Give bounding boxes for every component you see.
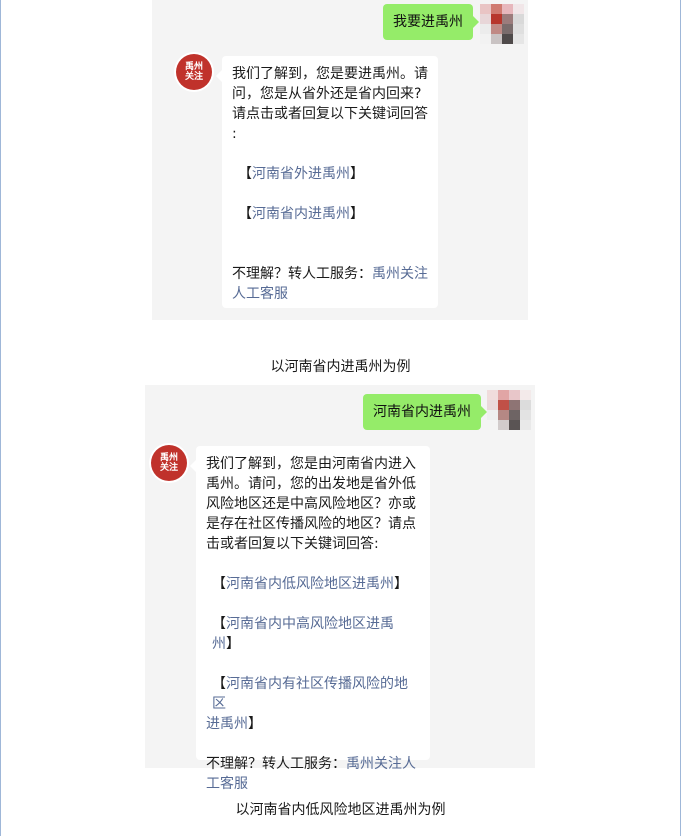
bracket-open: 【 bbox=[212, 616, 226, 632]
bot-message-bubble: 我们了解到，您是要进禹州。请 问，您是从省外还是省内回来? 请点击或者回复以下关… bbox=[216, 56, 438, 308]
human-service-link-cont[interactable]: 人工客服 bbox=[232, 284, 428, 304]
user-avatar bbox=[480, 4, 524, 44]
keyword-option-cont: 进禹州】 bbox=[206, 714, 420, 734]
service-line: 不理解？转人工服务：禹州关注 bbox=[232, 264, 428, 284]
bracket-close: 】 bbox=[394, 576, 408, 592]
bot-message-line: 风险地区还是中高风险地区？亦或 bbox=[206, 496, 416, 512]
service-line: 不理解？转人工服务：禹州关注人 bbox=[206, 754, 420, 774]
bot-message-line: 我们了解到，您是由河南省内进入 bbox=[206, 456, 416, 472]
bot-message-line: 禹州。请问，您的出发地是省外低 bbox=[206, 476, 416, 492]
caption-low-risk-example: 以河南省内低风险地区进禹州为例 bbox=[235, 802, 446, 818]
service-prefix: 不理解？转人工服务： bbox=[206, 756, 346, 772]
page-border-left bbox=[0, 0, 1, 836]
keyword-option: 【河南省内有社区传播风险的地区 bbox=[206, 674, 420, 714]
bot-message-line: 请点击或者回复以下关键词回答 bbox=[232, 106, 428, 122]
bot-message-line: : bbox=[232, 126, 237, 142]
logo-text-line1: 禹州 bbox=[184, 62, 203, 72]
keyword-link-community-risk-cont[interactable]: 进禹州 bbox=[206, 716, 248, 732]
bot-message-line: 击或者回复以下关键词回答: bbox=[206, 536, 379, 552]
keyword-option: 【河南省内低风险地区进禹州】 bbox=[206, 574, 420, 594]
user-message-bubble: 我要进禹州 bbox=[383, 4, 479, 40]
bot-message-line: 是存在社区传播风险的地区？请点 bbox=[206, 516, 416, 532]
keyword-link-community-risk[interactable]: 河南省内有社区传播风险的地区 bbox=[212, 676, 408, 712]
bracket-open: 【 bbox=[238, 206, 252, 222]
bracket-open: 【 bbox=[238, 166, 252, 182]
bot-message-bubble: 我们了解到，您是由河南省内进入 禹州。请问，您的出发地是省外低 风险地区还是中高… bbox=[190, 446, 430, 792]
bracket-close: 】 bbox=[248, 716, 262, 732]
service-prefix: 不理解？转人工服务： bbox=[232, 266, 372, 282]
bracket-open: 【 bbox=[212, 576, 226, 592]
keyword-link-inside-province[interactable]: 河南省内进禹州 bbox=[252, 206, 350, 222]
bracket-open: 【 bbox=[212, 676, 226, 692]
keyword-option: 【河南省内中高风险地区进禹州】 bbox=[206, 614, 420, 654]
bracket-close: 】 bbox=[350, 166, 364, 182]
logo-text-line2: 关注 bbox=[184, 72, 203, 82]
user-message-text: 河南省内进禹州 bbox=[373, 404, 471, 420]
caption-inside-province-example: 以河南省内进禹州为例 bbox=[270, 359, 411, 375]
keyword-option: 【河南省内进禹州】 bbox=[232, 204, 428, 224]
logo-text-line1: 禹州 bbox=[159, 453, 178, 463]
human-service-link-cont[interactable]: 工客服 bbox=[206, 774, 420, 794]
bot-message-line: 问，您是从省外还是省内回来? bbox=[232, 86, 422, 102]
user-message-text: 我要进禹州 bbox=[393, 14, 463, 30]
human-service-link[interactable]: 禹州关注人 bbox=[346, 756, 416, 772]
keyword-link-low-risk[interactable]: 河南省内低风险地区进禹州 bbox=[226, 576, 394, 592]
bracket-close: 】 bbox=[226, 636, 240, 652]
bracket-close: 】 bbox=[350, 206, 364, 222]
user-message-bubble: 河南省内进禹州 bbox=[363, 394, 487, 430]
bot-message-line: 我们了解到，您是要进禹州。请 bbox=[232, 66, 428, 82]
bot-avatar-logo: 禹州 关注 bbox=[176, 54, 212, 90]
logo-text-line2: 关注 bbox=[159, 463, 178, 473]
user-avatar bbox=[487, 390, 531, 430]
bot-avatar-logo: 禹州 关注 bbox=[151, 445, 187, 481]
keyword-link-outside-province[interactable]: 河南省外进禹州 bbox=[252, 166, 350, 182]
keyword-option: 【河南省外进禹州】 bbox=[232, 164, 428, 184]
human-service-link[interactable]: 禹州关注 bbox=[372, 266, 428, 282]
